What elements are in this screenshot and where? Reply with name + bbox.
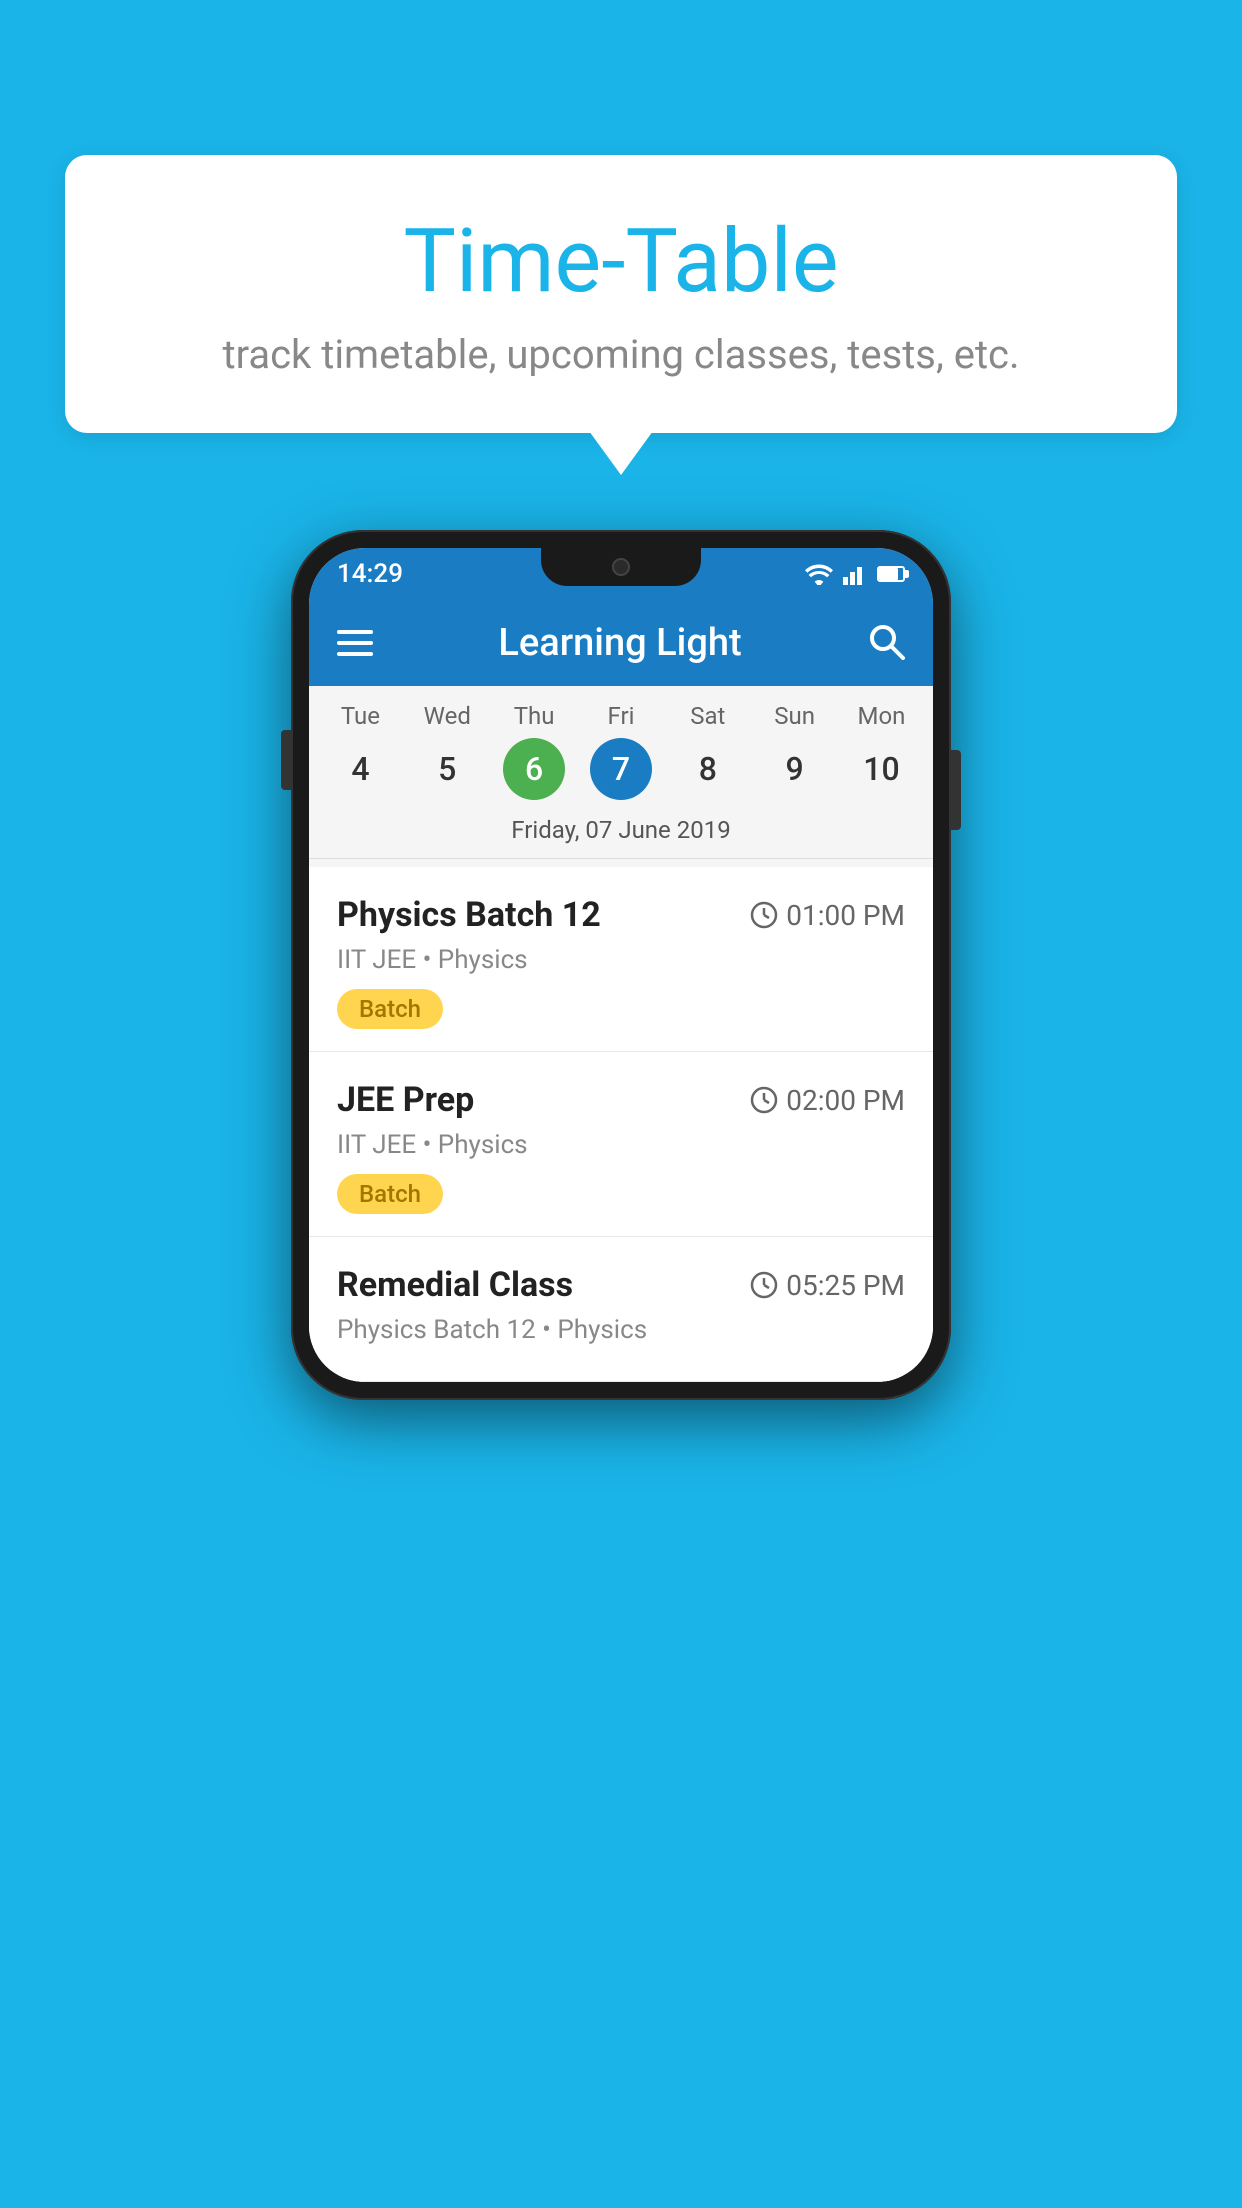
schedule-item-header: JEE Prep 02:00 PM (337, 1080, 905, 1120)
day-name: Sun (774, 702, 815, 730)
search-button[interactable] (867, 622, 905, 664)
schedule-time: 02:00 PM (750, 1084, 905, 1117)
schedule-item[interactable]: Remedial Class 05:25 PM Physics Batch 12 •… (309, 1237, 933, 1382)
schedule-time: 01:00 PM (750, 899, 905, 932)
clock-icon (750, 1086, 778, 1114)
schedule-time: 05:25 PM (750, 1269, 905, 1302)
day-name: Thu (514, 702, 555, 730)
status-time: 14:29 (337, 559, 403, 589)
batch-badge: Batch (337, 989, 443, 1029)
phone-screen: 14:29 (309, 548, 933, 1382)
app-bar: Learning Light (309, 600, 933, 686)
day-number[interactable]: 7 (590, 738, 652, 800)
day-number[interactable]: 8 (677, 738, 739, 800)
speech-bubble: Time-Table track timetable, upcoming cla… (65, 155, 1177, 433)
day-col[interactable]: Fri 7 (581, 702, 661, 800)
phone-outer: 14:29 (291, 530, 951, 1400)
day-col[interactable]: Sun 9 (755, 702, 835, 800)
phone-notch (541, 548, 701, 586)
day-number[interactable]: 6 (503, 738, 565, 800)
day-name: Fri (607, 702, 634, 730)
wifi-icon (805, 563, 833, 585)
day-col[interactable]: Tue 4 (320, 702, 400, 800)
status-icons (805, 563, 905, 585)
signal-icon (843, 563, 867, 585)
day-name: Wed (424, 702, 471, 730)
schedule-item[interactable]: JEE Prep 02:00 PM IIT JEE • Physics Batch (309, 1052, 933, 1237)
schedule-name: Physics Batch 12 (337, 895, 601, 935)
phone-mockup: 14:29 (291, 530, 951, 1400)
batch-badge: Batch (337, 1174, 443, 1214)
days-row: Tue 4 Wed 5 Thu 6 Fri 7 Sat 8 Sun 9 Mon 10 (309, 702, 933, 800)
day-number[interactable]: 5 (416, 738, 478, 800)
schedule-item-header: Remedial Class 05:25 PM (337, 1265, 905, 1305)
day-number[interactable]: 10 (850, 738, 912, 800)
hamburger-menu[interactable] (337, 630, 373, 656)
selected-date-label: Friday, 07 June 2019 (309, 808, 933, 859)
day-col[interactable]: Sat 8 (668, 702, 748, 800)
schedule-name: Remedial Class (337, 1265, 573, 1305)
day-number[interactable]: 4 (329, 738, 391, 800)
schedule-item[interactable]: Physics Batch 12 01:00 PM IIT JEE • Physic… (309, 867, 933, 1052)
camera (612, 558, 630, 576)
bubble-title: Time-Table (105, 210, 1137, 313)
schedule-sub: Physics Batch 12 • Physics (337, 1315, 905, 1345)
app-title: Learning Light (498, 621, 741, 665)
day-name: Tue (341, 702, 380, 730)
day-col[interactable]: Wed 5 (407, 702, 487, 800)
clock-icon (750, 1271, 778, 1299)
clock-icon (750, 901, 778, 929)
day-name: Sat (690, 702, 725, 730)
schedule-sub: IIT JEE • Physics (337, 945, 905, 975)
schedule-sub: IIT JEE • Physics (337, 1130, 905, 1160)
day-name: Mon (858, 702, 906, 730)
day-number[interactable]: 9 (764, 738, 826, 800)
schedule-name: JEE Prep (337, 1080, 474, 1120)
battery-icon (877, 566, 905, 582)
bubble-subtitle: track timetable, upcoming classes, tests… (105, 331, 1137, 378)
day-col[interactable]: Mon 10 (841, 702, 921, 800)
schedule-list: Physics Batch 12 01:00 PM IIT JEE • Physic… (309, 867, 933, 1382)
speech-bubble-wrapper: Time-Table track timetable, upcoming cla… (65, 155, 1177, 433)
day-col[interactable]: Thu 6 (494, 702, 574, 800)
calendar-strip: Tue 4 Wed 5 Thu 6 Fri 7 Sat 8 Sun 9 Mon 10 Friday, 07… (309, 686, 933, 867)
schedule-item-header: Physics Batch 12 01:00 PM (337, 895, 905, 935)
